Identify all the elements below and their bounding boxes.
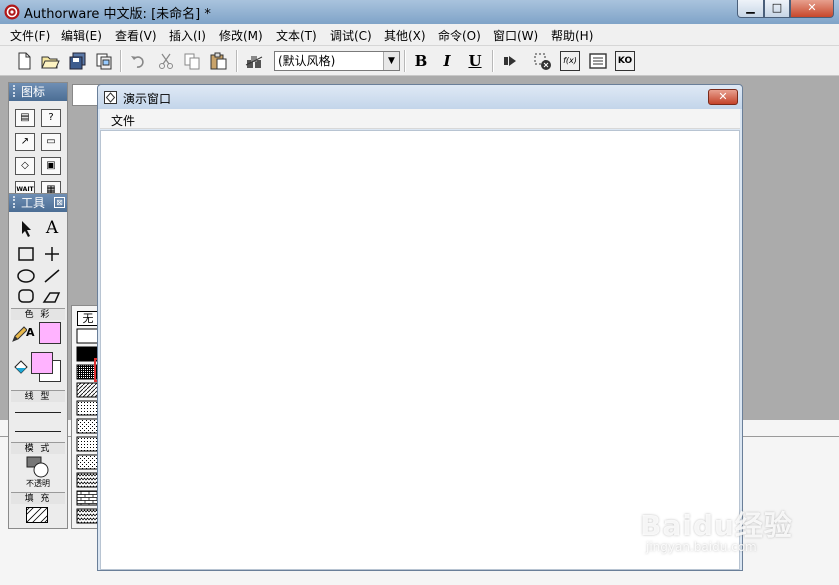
baidu-watermark: Baidu经验 jingyan.baidu.com	[640, 504, 793, 554]
grip-icon[interactable]	[13, 196, 18, 208]
tools-palette-header[interactable]: 工具 ⊠	[9, 194, 67, 212]
grip-icon[interactable]	[13, 85, 18, 97]
pattern-swatch[interactable]	[76, 382, 99, 398]
menu-other[interactable]: 其他(X)	[384, 27, 426, 44]
mode-section-label: 模 式	[11, 442, 65, 454]
rounded-rectangle-tool-icon[interactable]	[15, 286, 37, 306]
rectangle-tool-icon[interactable]	[15, 244, 37, 264]
text-tool-icon[interactable]: A	[41, 218, 63, 238]
menu-debug[interactable]: 调试(C)	[330, 27, 372, 44]
chevron-down-icon[interactable]: ▼	[383, 52, 399, 70]
presentation-menu-bar: 文件	[100, 109, 740, 129]
undo-icon[interactable]	[128, 51, 148, 71]
color-section-label: 色 彩	[11, 308, 65, 320]
menu-help[interactable]: 帮助(H)	[551, 27, 593, 44]
open-file-icon[interactable]	[40, 51, 60, 71]
tools-palette-title: 工具	[21, 196, 46, 210]
presentation-window-icon	[104, 91, 117, 104]
fill-foreground-swatch[interactable]	[31, 352, 53, 374]
fill-section-label: 填 充	[11, 492, 65, 504]
functions-icon[interactable]: f(x)	[560, 51, 580, 71]
copy-icon[interactable]	[182, 51, 202, 71]
menu-modify[interactable]: 修改(M)	[219, 27, 263, 44]
italic-button[interactable]: I	[437, 51, 457, 71]
minimize-button[interactable]: ▁	[737, 0, 764, 18]
app-title: Authorware 中文版: [未命名] *	[24, 7, 211, 22]
icon-palette-title: 图标	[21, 85, 46, 99]
presentation-close-button[interactable]: ✕	[708, 89, 738, 105]
icon-palette: 图标 ▤ ? ↗ ▭ ◇ ▣ WAIT ▦	[8, 82, 68, 194]
toolbar: (默认风格) ▼ B I U f(x) KO	[0, 46, 839, 76]
presentation-window-title: 演示窗口	[123, 92, 172, 106]
cut-icon[interactable]	[156, 51, 176, 71]
pattern-swatch[interactable]	[76, 508, 99, 524]
navigate-icon[interactable]: ◇	[15, 157, 35, 175]
diagonal-line-tool-icon[interactable]	[41, 266, 63, 286]
underline-button[interactable]: U	[465, 51, 485, 71]
line-style-thin-alt[interactable]	[15, 431, 61, 432]
pattern-swatch[interactable]	[76, 436, 99, 452]
erase-icon[interactable]: ▭	[41, 133, 61, 151]
menu-edit[interactable]: 编辑(E)	[61, 27, 102, 44]
pattern-swatch[interactable]	[76, 490, 99, 506]
icon-palette-header[interactable]: 图标	[9, 83, 67, 101]
close-icon[interactable]: ⊠	[54, 197, 65, 208]
app-title-bar: Authorware 中文版: [未命名] * ▁ □ ✕	[0, 0, 839, 24]
restart-icon[interactable]	[500, 51, 520, 71]
variables-icon[interactable]	[588, 51, 608, 71]
text-style-value: (默认风格)	[278, 54, 336, 68]
line-tool-icon[interactable]	[41, 244, 63, 264]
presentation-menu-file[interactable]: 文件	[111, 112, 135, 129]
pattern-swatch[interactable]	[76, 454, 99, 470]
ellipse-tool-icon[interactable]	[15, 266, 37, 286]
bold-button[interactable]: B	[411, 51, 431, 71]
menu-file[interactable]: 文件(F)	[10, 27, 50, 44]
pointer-tool-icon[interactable]	[15, 218, 37, 238]
presentation-window-titlebar[interactable]: 演示窗口 ✕	[98, 85, 742, 109]
authorware-logo-icon	[4, 4, 20, 20]
paint-bucket-icon[interactable]	[12, 358, 28, 378]
menu-command[interactable]: 命令(O)	[438, 27, 481, 44]
watermark-main: Baidu经验	[640, 509, 793, 542]
tools-palette: 工具 ⊠ A 色 彩 A 线 型 模 式 不透明 填 充	[8, 193, 68, 529]
mode-value: 不透明	[26, 479, 50, 488]
motion-icon[interactable]: ↗	[15, 133, 35, 151]
polygon-tool-icon[interactable]	[41, 286, 63, 306]
menu-insert[interactable]: 插入(I)	[169, 27, 206, 44]
pattern-swatch[interactable]	[76, 328, 99, 344]
new-file-icon[interactable]	[14, 51, 34, 71]
text-style-select[interactable]: (默认风格) ▼	[274, 51, 400, 71]
pattern-swatch[interactable]	[76, 418, 99, 434]
menu-window[interactable]: 窗口(W)	[493, 27, 538, 44]
menu-bar: 文件(F) 编辑(E) 查看(V) 插入(I) 修改(M) 文本(T) 调试(C…	[0, 24, 839, 46]
knowledge-objects-icon[interactable]: KO	[615, 51, 635, 71]
text-color-label: A	[26, 326, 35, 339]
pattern-swatch[interactable]	[76, 472, 99, 488]
presentation-window: 演示窗口 ✕ 文件	[97, 84, 743, 571]
question-icon[interactable]: ?	[41, 109, 61, 127]
import-icon[interactable]	[94, 51, 114, 71]
line-section-label: 线 型	[11, 390, 65, 402]
framework-icon[interactable]: ▣	[41, 157, 61, 175]
pencil-icon[interactable]	[11, 324, 27, 344]
pattern-swatch[interactable]	[76, 400, 99, 416]
menu-view[interactable]: 查看(V)	[115, 27, 157, 44]
line-style-thin[interactable]	[15, 412, 61, 413]
save-all-icon[interactable]	[68, 51, 88, 71]
maximize-button[interactable]: □	[764, 0, 790, 18]
opaque-mode-icon[interactable]	[25, 456, 51, 478]
find-icon[interactable]	[244, 51, 264, 71]
paste-icon[interactable]	[208, 51, 228, 71]
display-icon[interactable]: ▤	[15, 109, 35, 127]
close-button[interactable]: ✕	[790, 0, 834, 18]
control-panel-icon[interactable]	[532, 51, 552, 71]
pen-color-swatch[interactable]	[39, 322, 61, 344]
menu-text[interactable]: 文本(T)	[276, 27, 317, 44]
fill-pattern-preview[interactable]	[26, 507, 48, 523]
